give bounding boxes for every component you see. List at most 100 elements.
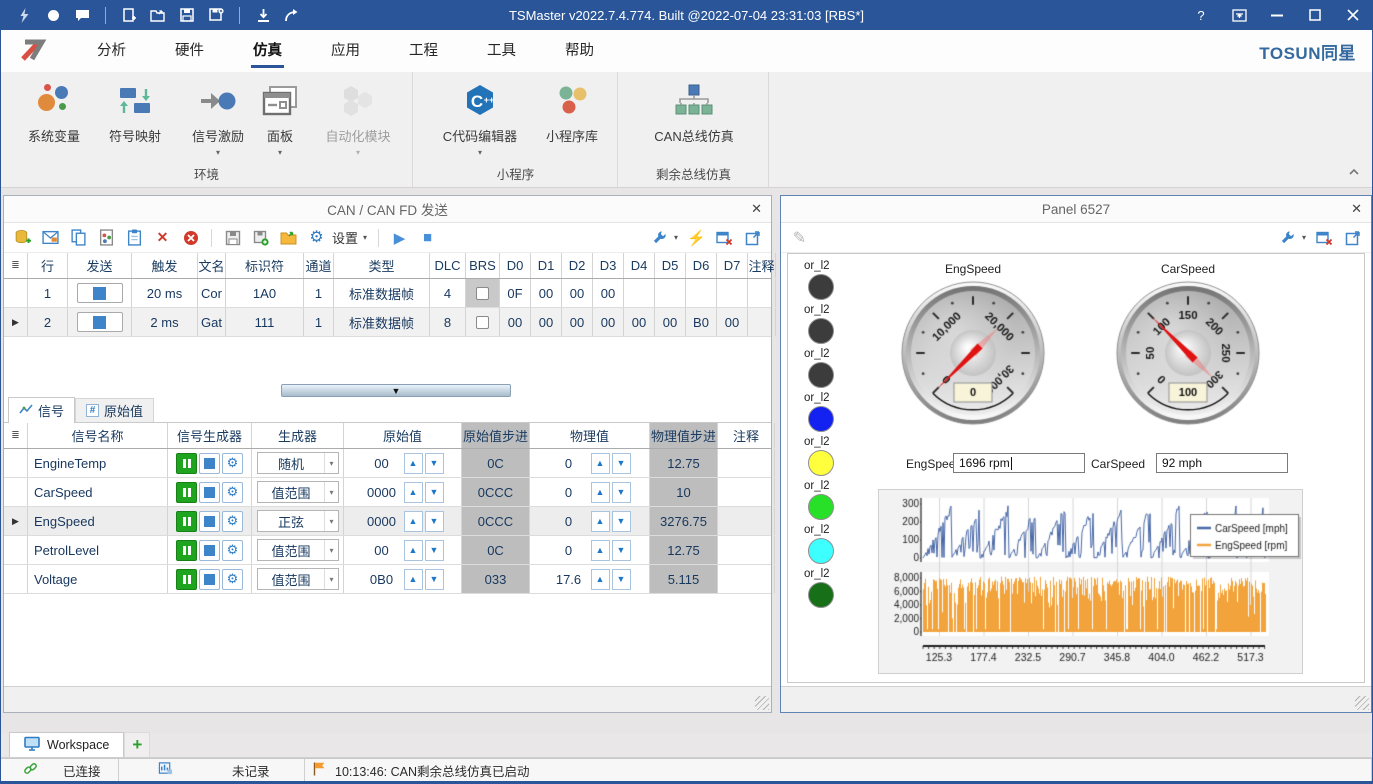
new-file-icon[interactable] [120, 6, 138, 24]
dlc-cell[interactable]: 8 [430, 308, 466, 336]
generator-type-dropdown[interactable]: 正弦▾ [257, 510, 339, 532]
column-header[interactable]: D5 [655, 253, 686, 278]
close-panel-icon[interactable]: ✕ [1351, 201, 1362, 217]
column-header[interactable]: D6 [686, 253, 717, 278]
panel-button[interactable]: 面板▾ [243, 78, 317, 158]
message-from-database-icon[interactable] [41, 228, 60, 247]
dlc-cell[interactable]: 4 [430, 279, 466, 307]
menu-simulation[interactable]: 仿真 [249, 34, 286, 69]
wrench-icon[interactable] [1278, 228, 1297, 247]
frame-type-cell[interactable]: 标准数据帧 [334, 308, 430, 336]
column-header[interactable]: D7 [717, 253, 748, 278]
engspeed-readout-input[interactable]: 1696 rpm [953, 453, 1085, 473]
message-name-cell[interactable]: Cor [198, 279, 226, 307]
column-header[interactable]: 触发 [132, 253, 198, 278]
pause-generator-button[interactable] [176, 540, 197, 561]
trigger-cell[interactable]: 2 ms [132, 308, 198, 336]
pause-generator-button[interactable] [176, 482, 197, 503]
add-message-icon[interactable] [13, 228, 32, 247]
column-header[interactable]: 原始值步进 [462, 423, 530, 448]
data-byte-cell[interactable]: B0 [686, 308, 717, 336]
step-up-button[interactable]: ▲ [591, 569, 610, 590]
raw-value-cell-value[interactable]: 0000 [361, 485, 403, 500]
message-row[interactable]: ▶22 msGat1111标准数据帧8000000000000B000 [4, 308, 771, 337]
step-up-button[interactable]: ▲ [591, 453, 610, 474]
menu-application[interactable]: 应用 [327, 34, 364, 69]
generator-settings-button[interactable]: ⚙ [222, 569, 243, 590]
menu-tools[interactable]: 工具 [483, 34, 520, 69]
raw-step-cell[interactable]: 0C [462, 536, 530, 564]
stop-generator-button[interactable] [199, 569, 220, 590]
physical-step-cell[interactable]: 12.75 [650, 536, 718, 564]
paste-icon[interactable] [125, 228, 144, 247]
symbol-mapping-button[interactable]: 符号映射 [96, 78, 174, 158]
step-down-button[interactable]: ▼ [612, 511, 631, 532]
data-byte-cell[interactable] [624, 279, 655, 307]
flash-icon[interactable] [15, 6, 33, 24]
step-up-button[interactable]: ▲ [591, 511, 610, 532]
generator-settings-button[interactable]: ⚙ [222, 482, 243, 503]
send-toggle-button[interactable] [77, 283, 123, 303]
close-windows-icon[interactable] [715, 228, 734, 247]
comment-cell[interactable] [718, 507, 775, 535]
signal-name-cell[interactable]: CarSpeed [28, 478, 168, 506]
undock-panel-icon[interactable] [1343, 228, 1362, 247]
generator-type-dropdown[interactable]: 值范围▾ [257, 539, 339, 561]
column-header[interactable]: D1 [531, 253, 562, 278]
generator-settings-button[interactable]: ⚙ [222, 453, 243, 474]
comment-cell[interactable] [718, 565, 775, 593]
step-down-button[interactable]: ▼ [425, 511, 444, 532]
comment-cell[interactable] [718, 478, 775, 506]
step-up-button[interactable]: ▲ [404, 569, 423, 590]
step-up-button[interactable]: ▲ [404, 540, 423, 561]
menu-help[interactable]: 帮助 [561, 34, 598, 69]
data-byte-cell[interactable] [717, 279, 748, 307]
save-list-icon[interactable] [223, 228, 242, 247]
data-byte-cell[interactable]: 00 [593, 308, 624, 336]
signal-name-cell[interactable]: EngSpeed [28, 507, 168, 535]
generator-type-dropdown[interactable]: 随机▾ [257, 452, 339, 474]
data-byte-cell[interactable]: 00 [562, 308, 593, 336]
step-down-button[interactable]: ▼ [425, 482, 444, 503]
trigger-cell[interactable]: 20 ms [132, 279, 198, 307]
wrench-icon[interactable] [650, 228, 669, 247]
data-byte-cell[interactable]: 00 [531, 279, 562, 307]
minimize-button[interactable] [1258, 0, 1296, 30]
tab-signals[interactable]: 信号 [8, 397, 75, 423]
step-down-button[interactable]: ▼ [425, 540, 444, 561]
connection-status[interactable]: 已连接 [1, 759, 119, 781]
column-header[interactable]: D0 [500, 253, 531, 278]
column-header[interactable]: DLC [430, 253, 466, 278]
wrench-caret-icon[interactable]: ▾ [1302, 233, 1306, 242]
data-byte-cell[interactable]: 00 [531, 308, 562, 336]
record-circle-icon[interactable] [44, 6, 62, 24]
channel-cell[interactable]: 1 [304, 279, 334, 307]
generator-settings-button[interactable]: ⚙ [222, 540, 243, 561]
signal-row[interactable]: CarSpeed⚙值范围▾0000▲▼0CCC0▲▼10 [4, 478, 771, 507]
column-header[interactable]: 注释 [748, 253, 776, 278]
data-byte-cell[interactable]: 00 [624, 308, 655, 336]
step-up-button[interactable]: ▲ [591, 540, 610, 561]
message-name-cell[interactable]: Gat [198, 308, 226, 336]
save-all-icon[interactable] [207, 6, 225, 24]
pause-generator-button[interactable] [176, 511, 197, 532]
raw-value-cell-value[interactable]: 00 [361, 543, 403, 558]
stop-generator-button[interactable] [199, 540, 220, 561]
message-row[interactable]: 120 msCor1A01标准数据帧40F000000 [4, 279, 771, 308]
physical-value-cell-value[interactable]: 0 [548, 485, 590, 500]
ribbon-options-icon[interactable] [1220, 0, 1258, 30]
step-up-button[interactable]: ▲ [591, 482, 610, 503]
collapse-ribbon-icon[interactable] [1348, 163, 1360, 181]
physical-value-cell-value[interactable]: 0 [548, 543, 590, 558]
panel-title-bar[interactable]: Panel 6527 ✕ [781, 196, 1371, 223]
send-toggle-button[interactable] [77, 312, 123, 332]
column-header[interactable]: D3 [593, 253, 624, 278]
delete-icon[interactable]: ✕ [153, 228, 172, 247]
physical-step-cell[interactable]: 12.75 [650, 449, 718, 477]
step-down-button[interactable]: ▼ [425, 453, 444, 474]
stop-generator-button[interactable] [199, 453, 220, 474]
row-number-cell[interactable]: 1 [28, 279, 68, 307]
data-byte-cell[interactable] [686, 279, 717, 307]
raw-step-cell[interactable]: 0C [462, 449, 530, 477]
brs-checkbox[interactable] [476, 316, 489, 329]
